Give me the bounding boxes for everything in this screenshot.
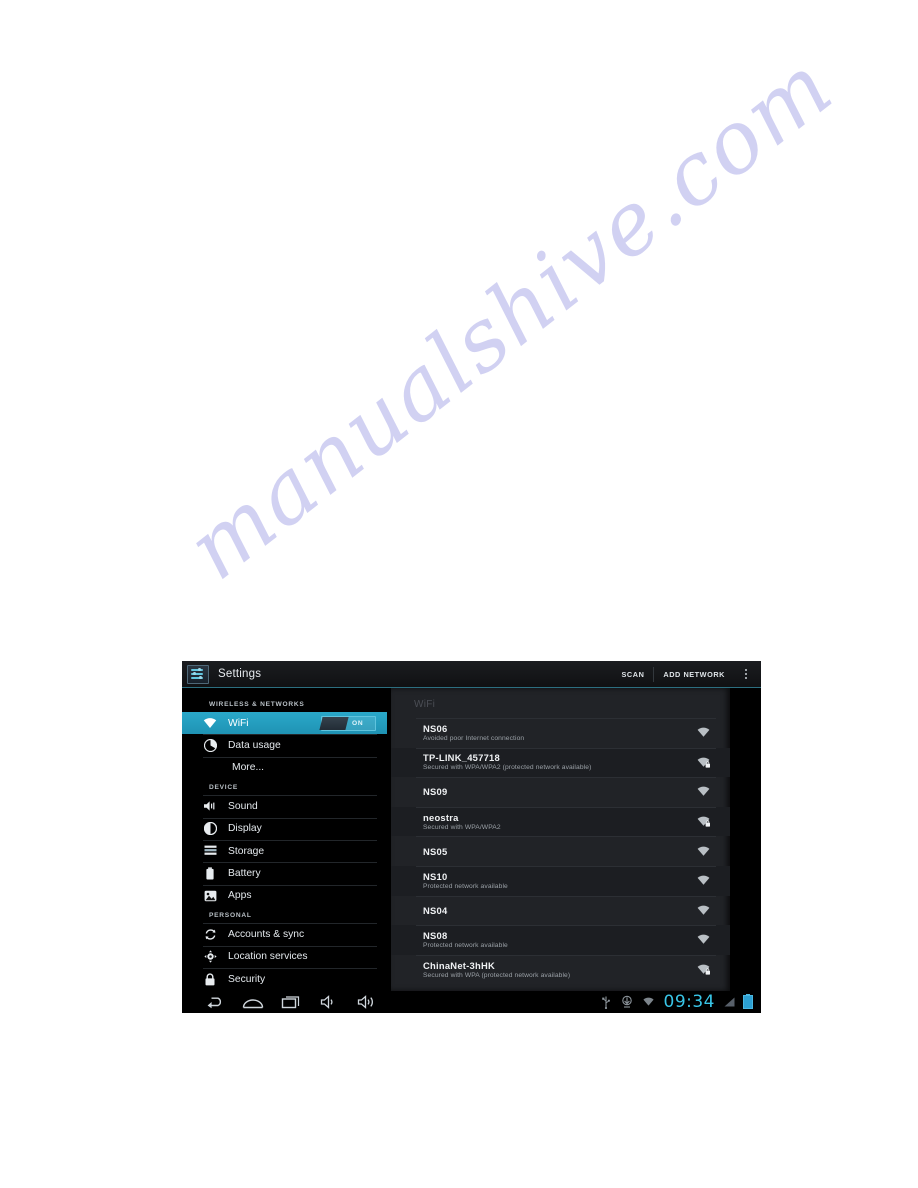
table-row[interactable]: ChinaNet-3hHK Secured with WPA (protecte… bbox=[391, 954, 730, 985]
system-navigation-bar: 09:34 bbox=[182, 991, 761, 1013]
sidebar-section-header-device: DEVICE bbox=[209, 784, 239, 792]
network-status: Protected network available bbox=[423, 882, 508, 890]
status-clock: 09:34 bbox=[663, 992, 715, 1012]
sidebar-item-accounts-sync[interactable]: Accounts & sync bbox=[182, 923, 387, 945]
tablet-screenshot: Settings SCAN ADD NETWORK WIRELESS & NET… bbox=[182, 661, 761, 1013]
network-ssid: TP-LINK_457718 bbox=[423, 752, 500, 764]
toggle-state-label: ON bbox=[352, 719, 364, 727]
back-icon[interactable] bbox=[196, 991, 234, 1013]
network-ssid: NS05 bbox=[423, 845, 448, 857]
sidebar-section-header-wireless: WIRELESS & NETWORKS bbox=[209, 701, 305, 708]
sidebar-item-label: WiFi bbox=[228, 717, 249, 729]
pie-chart-icon bbox=[203, 739, 217, 753]
wifi-network-panel: WiFi NS06 Avoided poor Internet connecti… bbox=[391, 688, 730, 991]
toggle-knob bbox=[319, 716, 349, 730]
wifi-icon bbox=[203, 716, 217, 730]
network-status: Secured with WPA/WPA2 (protected network… bbox=[423, 764, 592, 772]
action-bar-actions: SCAN ADD NETWORK bbox=[613, 661, 754, 687]
wifi-toggle-switch[interactable]: ON bbox=[319, 715, 376, 731]
network-status: Secured with WPA/WPA2 bbox=[423, 823, 501, 831]
sidebar-item-more[interactable]: More... bbox=[182, 756, 387, 779]
speaker-icon bbox=[203, 799, 217, 813]
wifi-signal-icon bbox=[695, 874, 712, 888]
sidebar-item-label: Battery bbox=[228, 868, 261, 880]
apps-image-icon bbox=[203, 889, 217, 903]
sidebar-item-label: Display bbox=[228, 823, 262, 835]
app-title: Settings bbox=[218, 668, 262, 680]
wifi-signal-icon bbox=[695, 726, 712, 740]
sidebar-item-security[interactable]: Security bbox=[182, 967, 387, 990]
sidebar-item-label: Data usage bbox=[228, 740, 281, 752]
settings-sliders-icon bbox=[187, 664, 209, 684]
volume-down-icon[interactable] bbox=[310, 991, 348, 1013]
table-row[interactable]: NS05 bbox=[391, 836, 730, 866]
network-ssid: NS08 bbox=[423, 929, 448, 941]
usb-icon bbox=[596, 993, 617, 1011]
location-icon bbox=[203, 950, 217, 964]
sidebar-section-header-personal: PERSONAL bbox=[209, 912, 252, 920]
sidebar-item-label: Sound bbox=[228, 800, 258, 812]
table-row[interactable]: NS06 Avoided poor Internet connection bbox=[391, 718, 730, 748]
sidebar-item-label: Apps bbox=[228, 890, 252, 902]
watermark-text: manualshive.com bbox=[169, 35, 852, 600]
network-ssid: NS09 bbox=[423, 786, 448, 798]
network-ssid: neostra bbox=[423, 811, 459, 823]
wifi-signal-icon bbox=[695, 844, 712, 858]
volume-up-icon[interactable] bbox=[348, 991, 386, 1013]
sidebar-item-label: Accounts & sync bbox=[228, 928, 305, 940]
table-row[interactable]: NS10 Protected network available bbox=[391, 865, 730, 896]
settings-sidebar: WIRELESS & NETWORKS WiFi ON Data usage M… bbox=[182, 688, 387, 991]
wifi-status-icon bbox=[638, 993, 659, 1011]
home-icon[interactable] bbox=[234, 991, 272, 1013]
table-row[interactable]: NS08 Protected network available bbox=[391, 925, 730, 955]
sidebar-item-display[interactable]: Display bbox=[182, 817, 387, 840]
add-network-button[interactable]: ADD NETWORK bbox=[654, 661, 734, 687]
network-ssid: NS10 bbox=[423, 870, 448, 882]
download-icon bbox=[617, 993, 638, 1011]
sidebar-item-sound[interactable]: Sound bbox=[182, 795, 387, 817]
table-row[interactable]: neostra Secured with WPA/WPA2 bbox=[391, 806, 730, 837]
wifi-signal-locked-icon bbox=[695, 963, 712, 977]
network-status: Protected network available bbox=[423, 941, 508, 949]
recents-icon[interactable] bbox=[272, 991, 310, 1013]
sidebar-item-data-usage[interactable]: Data usage bbox=[182, 734, 387, 756]
battery-status-icon bbox=[743, 994, 753, 1009]
network-ssid: NS06 bbox=[423, 722, 448, 734]
lock-icon bbox=[203, 972, 217, 986]
network-status: Secured with WPA (protected network avai… bbox=[423, 971, 571, 979]
sidebar-item-location-services[interactable]: Location services bbox=[182, 945, 387, 968]
settings-content: WIRELESS & NETWORKS WiFi ON Data usage M… bbox=[182, 688, 761, 991]
sidebar-item-label: Security bbox=[228, 973, 266, 985]
wifi-signal-locked-icon bbox=[695, 755, 712, 769]
sidebar-item-label: Storage bbox=[228, 845, 265, 857]
network-ssid: ChinaNet-3hHK bbox=[423, 959, 496, 971]
wifi-signal-icon bbox=[695, 903, 712, 917]
signal-bars-icon bbox=[719, 993, 740, 1011]
sidebar-item-label: Location services bbox=[228, 951, 308, 963]
overflow-menu-icon[interactable] bbox=[738, 661, 754, 687]
storage-list-icon bbox=[203, 844, 217, 858]
network-status: Avoided poor Internet connection bbox=[423, 734, 525, 742]
table-row[interactable]: NS04 bbox=[391, 895, 730, 926]
status-icons: 09:34 bbox=[596, 992, 753, 1012]
sidebar-item-apps[interactable]: Apps bbox=[182, 884, 387, 907]
brightness-icon bbox=[203, 822, 217, 836]
wifi-signal-locked-icon bbox=[695, 815, 712, 829]
action-bar: Settings SCAN ADD NETWORK bbox=[182, 661, 761, 688]
sidebar-item-battery[interactable]: Battery bbox=[182, 862, 387, 884]
sidebar-item-wifi[interactable]: WiFi ON bbox=[182, 712, 387, 735]
table-row[interactable]: NS09 bbox=[391, 777, 730, 807]
battery-icon bbox=[203, 867, 217, 881]
sync-icon bbox=[203, 927, 217, 941]
scan-button[interactable]: SCAN bbox=[613, 661, 654, 687]
sidebar-item-storage[interactable]: Storage bbox=[182, 839, 387, 862]
table-row[interactable]: TP-LINK_457718 Secured with WPA/WPA2 (pr… bbox=[391, 747, 730, 778]
network-ssid: NS04 bbox=[423, 904, 448, 916]
wifi-panel-title: WiFi bbox=[414, 699, 436, 710]
wifi-signal-icon bbox=[695, 785, 712, 799]
wifi-signal-icon bbox=[695, 933, 712, 947]
sidebar-item-label: More... bbox=[232, 762, 265, 774]
